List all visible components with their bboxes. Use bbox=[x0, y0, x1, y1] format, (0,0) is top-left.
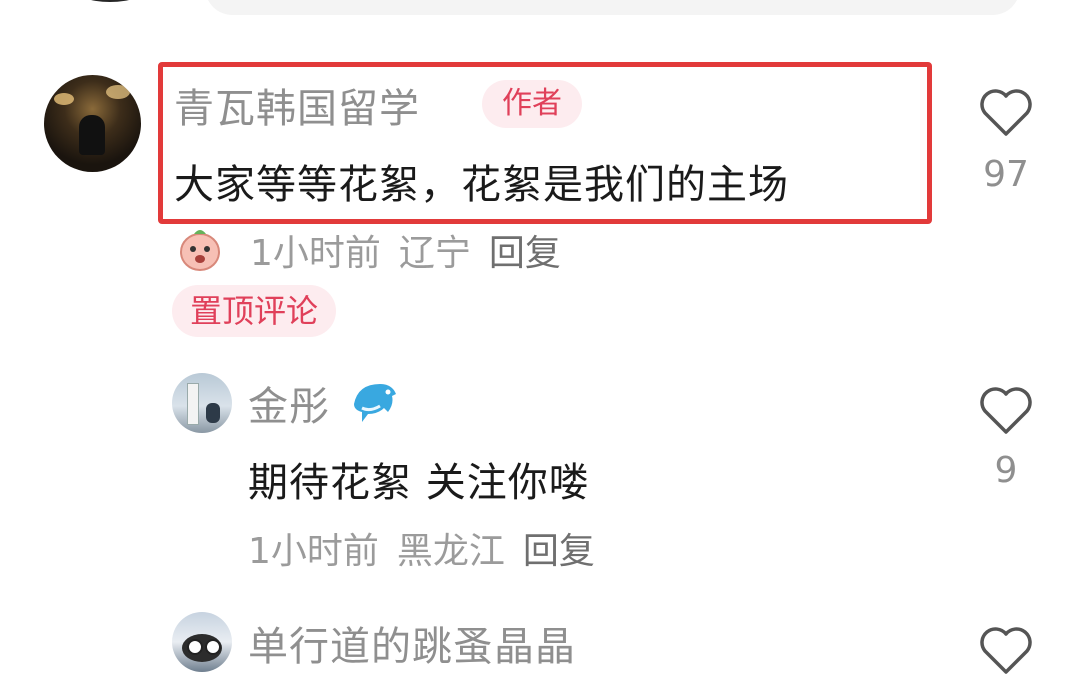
comment-time: 1小时前 bbox=[250, 233, 381, 274]
avatar[interactable] bbox=[172, 612, 232, 672]
reply-button[interactable]: 回复 bbox=[523, 531, 595, 572]
comment-location: 辽宁 bbox=[398, 233, 471, 274]
pinned-tag: 置顶评论 bbox=[172, 285, 337, 337]
comment-username[interactable]: 金彤 bbox=[248, 374, 330, 432]
comment-text[interactable]: 期待花絮 关注你喽 bbox=[248, 450, 590, 508]
highlight-box bbox=[158, 62, 932, 224]
avatar[interactable] bbox=[172, 373, 232, 433]
like-heart-icon[interactable] bbox=[979, 88, 1033, 138]
current-user-avatar bbox=[72, 0, 148, 2]
like-count: 97 bbox=[983, 154, 1029, 195]
reply-button[interactable]: 回复 bbox=[489, 233, 561, 274]
dolphin-icon bbox=[354, 384, 396, 422]
comment-location: 黑龙江 bbox=[396, 531, 505, 572]
like-count: 9 bbox=[994, 450, 1018, 491]
avatar[interactable] bbox=[44, 75, 141, 172]
like-heart-icon[interactable] bbox=[979, 626, 1033, 676]
comment-time: 1小时前 bbox=[248, 531, 379, 572]
emoji-badge-icon bbox=[180, 230, 220, 271]
like-heart-icon[interactable] bbox=[979, 386, 1033, 436]
comment-username[interactable]: 单行道的跳蚤晶晶 bbox=[248, 614, 576, 672]
comment-input-field[interactable] bbox=[205, 0, 1020, 15]
